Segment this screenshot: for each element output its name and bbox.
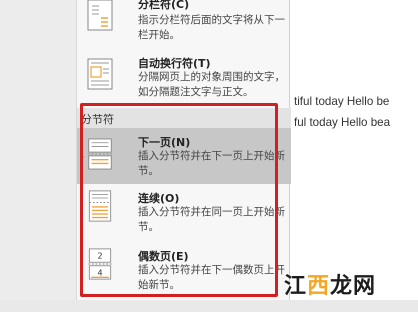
status-area xyxy=(0,300,418,312)
watermark-text: 西 xyxy=(307,274,331,299)
menu-item-text-wrapping-break[interactable]: 自动换行符(T) 分隔网页上的对象周围的文字，如分隔题注文字与正文。 xyxy=(77,52,291,108)
menu-item-title: 偶数页(E) xyxy=(138,250,189,263)
menu-item-description: 分隔网页上的对象周围的文字，如分隔题注文字与正文。 xyxy=(138,71,285,98)
menu-item-description: 指示分栏符后面的文字将从下一栏开始。 xyxy=(138,14,285,41)
chevron-right-icon: ▸ xyxy=(80,152,85,161)
breaks-dropdown-menu: 分栏符(C) 指示分栏符后面的文字将从下一栏开始。 自动换行符(T) 分隔网页上… xyxy=(76,0,291,300)
section-breaks-header: 分节符 xyxy=(77,108,291,128)
menu-item-title: 下一页(N) xyxy=(138,136,191,149)
menu-item-title: 自动换行符(T) xyxy=(138,57,211,70)
document-text-line: ful today Hello bea xyxy=(294,116,391,129)
even-page-break-icon: 2 4 xyxy=(88,248,112,280)
next-page-break-icon xyxy=(87,138,113,170)
even-page-icon-label: 2 xyxy=(97,252,102,261)
menu-item-description: 插入分节符并在下一偶数页上开始新节。 xyxy=(138,264,285,291)
menu-item-title: 连续(O) xyxy=(138,192,180,205)
menu-item-even-page[interactable]: 2 4 偶数页(E) 插入分节符并在下一偶数页上开始新节。 xyxy=(77,242,291,300)
text-wrapping-break-icon xyxy=(87,58,113,90)
document-margin xyxy=(0,0,76,300)
continuous-break-icon xyxy=(88,190,112,222)
menu-item-column-break[interactable]: 分栏符(C) 指示分栏符后面的文字将从下一栏开始。 xyxy=(77,0,291,52)
watermark-text: 江 xyxy=(284,274,308,299)
menu-item-description: 插入分节符并在下一页上开始新节。 xyxy=(138,150,285,177)
column-break-icon xyxy=(87,0,113,31)
document-page[interactable]: tiful today Hello be ful today Hello bea xyxy=(290,0,418,300)
menu-item-next-page[interactable]: ▸ 下一页(N) 插入分节符并在下一页上开始新节。 xyxy=(77,128,291,184)
document-text-line: tiful today Hello be xyxy=(294,95,390,108)
menu-item-title: 分栏符(C) xyxy=(138,0,190,11)
menu-item-description: 插入分节符并在同一页上开始新节。 xyxy=(138,206,285,233)
watermark-text: 龙网 xyxy=(330,274,377,299)
menu-item-continuous[interactable]: 连续(O) 插入分节符并在同一页上开始新节。 xyxy=(77,184,291,242)
even-page-icon-label: 4 xyxy=(97,269,102,278)
watermark-logo: 江西龙网 xyxy=(284,268,376,300)
